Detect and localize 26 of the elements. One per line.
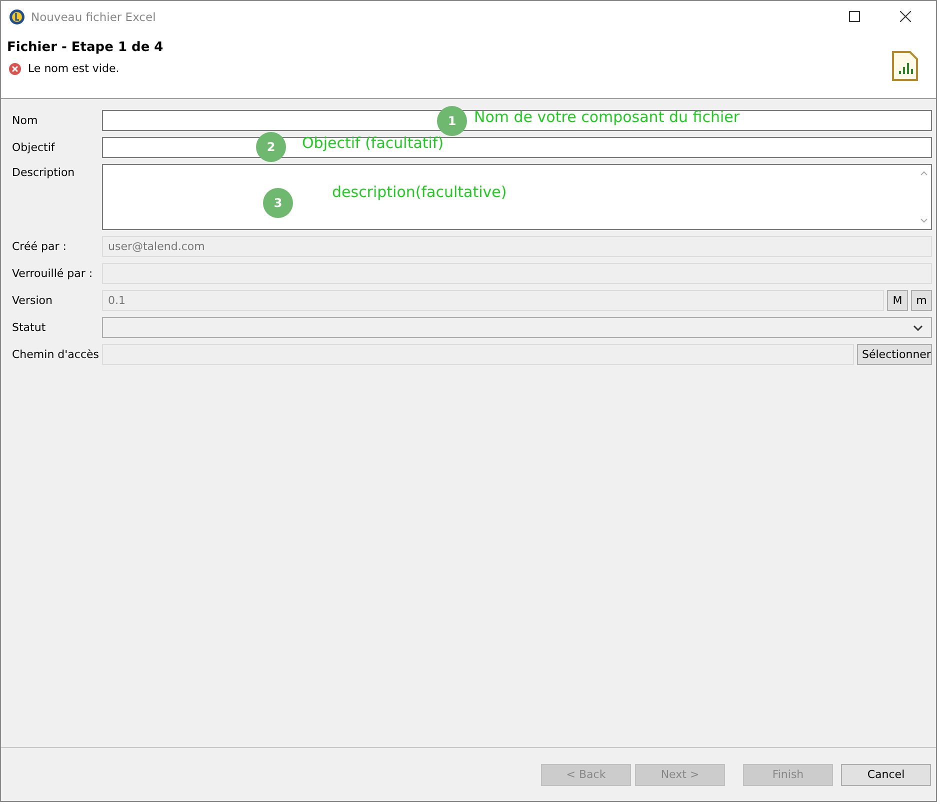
text-field[interactable]: [102, 137, 932, 158]
field-label: Verrouillé par :: [12, 267, 94, 280]
step-number-badge: 1: [437, 106, 467, 136]
error-icon: [9, 62, 21, 74]
field-label: Chemin d'accès: [12, 348, 99, 361]
step-number-badge: 2: [256, 132, 286, 162]
close-icon[interactable]: [900, 11, 911, 22]
chevron-down-icon: [913, 324, 923, 330]
annotation-text: Nom de votre composant du fichier: [474, 108, 740, 126]
error-message: Le nom est vide.: [28, 62, 120, 75]
window-title: Nouveau fichier Excel: [31, 10, 156, 24]
page-title: Fichier - Etape 1 de 4: [7, 40, 164, 55]
field-label: Description: [12, 166, 76, 179]
app-logo-icon: [9, 8, 25, 24]
maximize-icon[interactable]: [849, 11, 860, 22]
spreadsheet-file-icon: [892, 51, 918, 81]
wizard-button[interactable]: Cancel: [841, 764, 931, 786]
text-field[interactable]: [102, 110, 932, 131]
annotation-text: Objectif (facultatif): [302, 134, 444, 152]
field-label: Version: [12, 294, 54, 307]
description-field[interactable]: [102, 164, 932, 230]
field-label: Objectif: [12, 141, 56, 154]
field-label: Nom: [12, 114, 39, 127]
annotation-text: description(facultative): [332, 183, 507, 201]
field-label: Créé par :: [12, 240, 68, 253]
field-label: Statut: [12, 321, 47, 334]
